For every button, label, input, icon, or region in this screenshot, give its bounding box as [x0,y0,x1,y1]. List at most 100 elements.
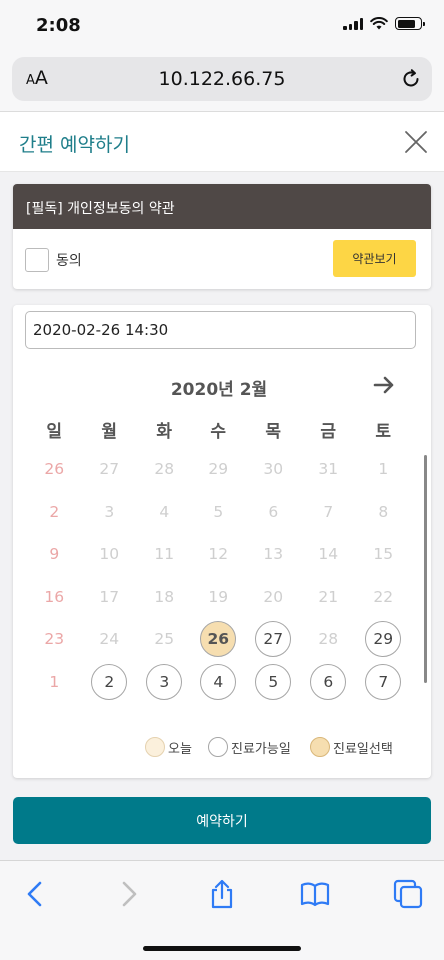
legend-label: 진료가능일 [231,741,291,757]
calendar-day-number: 10 [99,545,120,564]
forward-icon[interactable] [112,878,144,910]
calendar-day-number: 24 [99,630,120,649]
weekday-header: 월 [101,422,118,442]
calendar-day-number: 3 [104,502,115,521]
bookmarks-icon[interactable] [299,878,331,910]
calendar-day-number: 12 [208,545,229,564]
calendar-day[interactable]: 7 [356,664,411,700]
legend-item: 오늘 [145,737,192,757]
status-time: 2:08 [36,15,81,36]
calendar-day-number: 13 [263,545,284,564]
calendar-day-number: 28 [318,630,339,649]
calendar-day-number: 8 [378,502,389,521]
calendar-day-number: 2 [91,664,128,700]
close-icon[interactable] [404,130,428,154]
calendar-day: 30 [246,451,301,487]
calendar-day-number: 19 [208,587,229,606]
calendar-day-number: 23 [44,630,65,649]
calendar-day-number: 22 [373,587,394,606]
calendar-day: 18 [137,579,192,615]
calendar-day-number: 30 [263,460,284,478]
weekday-header: 일 [46,422,63,442]
calendar-day[interactable]: 2 [82,664,137,700]
calendar-day-number: 2 [49,502,60,521]
calendar-day-number: 15 [373,545,394,564]
calendar-day-number: 4 [200,664,237,700]
battery-icon [395,17,425,30]
calendar-day: 26 [27,451,82,487]
calendar-day: 1 [356,451,411,487]
tabs-icon[interactable] [392,878,424,910]
view-terms-button[interactable]: 약관보기 [333,240,416,277]
legend-item: 진료가능일 [208,737,291,757]
url-text[interactable]: 10.122.66.75 [12,68,432,90]
scrollbar[interactable] [424,455,427,683]
weekday-header: 화 [156,422,173,442]
share-icon[interactable] [206,878,238,910]
calendar-day-number: 6 [310,664,347,700]
calendar-day: 1 [27,664,82,700]
cellular-signal-icon [343,17,363,30]
calendar-day: 24 [82,621,137,657]
calendar-day-number: 31 [318,460,339,478]
calendar-day-number: 4 [159,502,170,521]
terms-header: [필독] 개인정보동의 약관 [13,184,431,229]
calendar-day-number: 5 [255,664,292,700]
reload-icon[interactable] [400,68,422,90]
calendar-day: 19 [191,579,246,615]
legend-swatch [145,737,165,757]
agree-label[interactable]: 동의 [56,250,82,270]
reserve-button[interactable]: 예약하기 [13,797,431,844]
calendar-day[interactable]: 6 [301,664,356,700]
calendar-day[interactable]: 27 [246,621,301,658]
calendar-day-number: 21 [318,587,339,606]
legend-swatch [208,737,228,757]
calendar-day: 28 [301,621,356,657]
calendar-day-number: 18 [154,587,175,606]
calendar-day-number: 9 [49,545,60,564]
calendar-day: 12 [191,536,246,572]
calendar-day: 27 [82,451,137,487]
calendar-day-number: 5 [213,502,224,521]
calendar-day-number: 28 [154,460,175,478]
browser-address-area: AA 10.122.66.75 [0,54,444,112]
arrow-right-icon[interactable] [373,375,395,395]
legend-label: 오늘 [168,741,192,757]
calendar-day-selected[interactable]: 26 [191,621,246,658]
calendar-day: 31 [301,451,356,487]
calendar-day-number: 20 [263,587,284,606]
address-bar[interactable]: AA 10.122.66.75 [12,57,432,101]
calendar-day: 8 [356,494,411,530]
calendar-day[interactable]: 3 [137,664,192,700]
calendar-day: 16 [27,579,82,615]
terms-card: [필독] 개인정보동의 약관 동의 약관보기 [13,184,431,289]
legend-item: 진료일선택 [310,737,393,757]
back-icon[interactable] [20,878,52,910]
calendar-day-number: 26 [44,460,65,478]
month-title: 2020년 2월 [170,380,268,400]
calendar-day-number: 7 [365,664,402,700]
calendar-day: 14 [301,536,356,572]
calendar-day[interactable]: 5 [246,664,301,700]
calendar-day: 13 [246,536,301,572]
calendar-card: 2020년 2월 일월화수목금토262728293031123456789101… [13,305,431,778]
calendar-day: 6 [246,494,301,530]
calendar-day-number: 25 [154,630,175,649]
calendar-day-number: 29 [208,460,229,478]
calendar-day-number: 16 [44,587,65,606]
browser-toolbar [0,860,444,960]
calendar-day: 23 [27,621,82,657]
agree-row: 동의 약관보기 [13,229,431,289]
calendar-day-number: 3 [146,664,183,700]
status-bar: 2:08 [0,0,444,54]
datetime-field[interactable] [25,311,416,349]
wifi-icon [370,17,388,30]
calendar-day-number: 27 [255,621,292,658]
calendar-day[interactable]: 29 [356,621,411,658]
home-indicator [143,946,301,951]
agree-checkbox[interactable] [25,248,49,272]
calendar-day-number: 1 [49,673,60,691]
calendar-day-number: 26 [200,621,237,658]
calendar-day[interactable]: 4 [191,664,246,700]
calendar-day: 9 [27,536,82,572]
